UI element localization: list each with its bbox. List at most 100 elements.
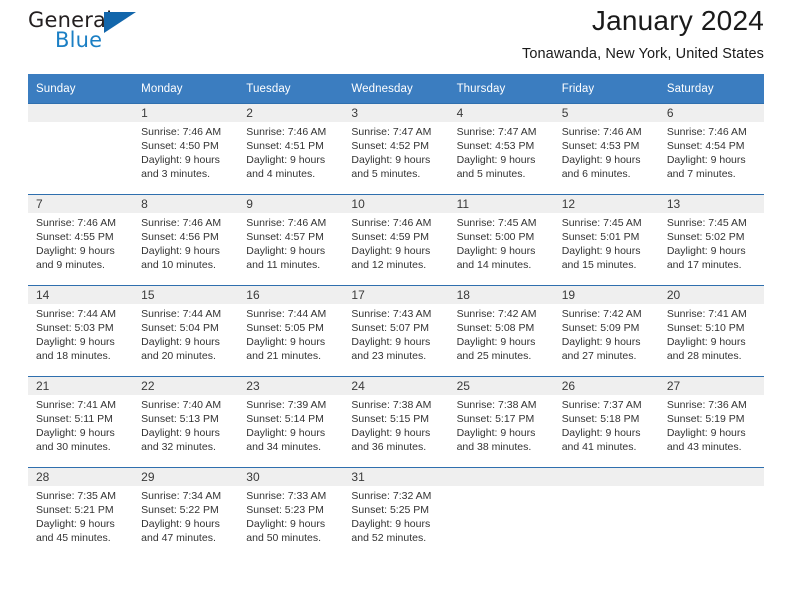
- calendar-cell: 7 Sunrise: 7:46 AM Sunset: 4:55 PM Daylight…: [28, 194, 134, 286]
- sunrise-time: Sunrise: 7:47 AM: [456, 126, 537, 138]
- weekday-header-saturday: Saturday: [658, 74, 764, 104]
- calendar-day-cell[interactable]: 20 Sunrise: 7:41 AM Sunset: 5:10 PM Dayligh…: [658, 286, 764, 376]
- calendar-day-cell-empty: [553, 468, 659, 558]
- calendar-cell: 9 Sunrise: 7:46 AM Sunset: 4:57 PM Daylight…: [238, 194, 344, 286]
- day-number: 24: [343, 377, 449, 395]
- calendar-day-cell[interactable]: 7 Sunrise: 7:46 AM Sunset: 4:55 PM Daylight…: [28, 195, 134, 285]
- calendar-day-cell[interactable]: 22 Sunrise: 7:40 AM Sunset: 5:13 PM Dayligh…: [133, 377, 239, 467]
- calendar-day-cell[interactable]: 2 Sunrise: 7:46 AM Sunset: 4:51 PM Daylight…: [238, 104, 344, 194]
- calendar-day-cell[interactable]: 19 Sunrise: 7:42 AM Sunset: 5:09 PM Dayligh…: [553, 286, 659, 376]
- calendar-day-cell[interactable]: 17 Sunrise: 7:43 AM Sunset: 5:07 PM Dayligh…: [343, 286, 449, 376]
- calendar-cell: [448, 467, 554, 558]
- weekday-header-tuesday: Tuesday: [238, 74, 344, 104]
- daylight-duration-line2: and 17 minutes.: [666, 259, 742, 271]
- day-details: Sunrise: 7:34 AM Sunset: 5:22 PM Daylight:…: [133, 486, 238, 545]
- daylight-duration-line2: and 14 minutes.: [456, 259, 532, 271]
- daylight-duration-line2: and 18 minutes.: [36, 350, 111, 362]
- sunrise-time: Sunrise: 7:44 AM: [141, 308, 222, 320]
- day-number: 31: [343, 468, 449, 486]
- sunset-time: Sunset: 5:21 PM: [36, 504, 114, 516]
- daylight-duration-line1: Daylight: 9 hours: [351, 427, 431, 439]
- day-number: 30: [238, 468, 344, 486]
- day-details: Sunrise: 7:32 AM Sunset: 5:25 PM Daylight:…: [343, 486, 448, 545]
- calendar-day-cell[interactable]: 29 Sunrise: 7:34 AM Sunset: 5:22 PM Dayligh…: [133, 468, 239, 558]
- day-details: Sunrise: 7:39 AM Sunset: 5:14 PM Daylight:…: [238, 395, 343, 454]
- sunrise-time: Sunrise: 7:46 AM: [666, 126, 747, 138]
- calendar-cell: 15 Sunrise: 7:44 AM Sunset: 5:04 PM Dayligh…: [133, 285, 239, 377]
- daylight-duration-line2: and 34 minutes.: [246, 441, 321, 453]
- daylight-duration-line2: and 3 minutes.: [141, 168, 211, 180]
- calendar-day-cell[interactable]: 8 Sunrise: 7:46 AM Sunset: 4:56 PM Daylight…: [133, 195, 239, 285]
- weekday-header-wednesday: Wednesday: [343, 74, 449, 104]
- calendar-cell: 20 Sunrise: 7:41 AM Sunset: 5:10 PM Dayligh…: [658, 285, 764, 377]
- calendar-day-cell[interactable]: 6 Sunrise: 7:46 AM Sunset: 4:54 PM Daylight…: [658, 104, 764, 194]
- general-blue-logo[interactable]: General Blue: [28, 8, 148, 64]
- calendar-day-cell[interactable]: 27 Sunrise: 7:36 AM Sunset: 5:19 PM Dayligh…: [658, 377, 764, 467]
- calendar-day-cell[interactable]: 3 Sunrise: 7:47 AM Sunset: 4:52 PM Daylight…: [343, 104, 449, 194]
- calendar-cell: 21 Sunrise: 7:41 AM Sunset: 5:11 PM Dayligh…: [28, 376, 134, 468]
- daylight-duration-line1: Daylight: 9 hours: [351, 154, 431, 166]
- day-details: Sunrise: 7:42 AM Sunset: 5:08 PM Daylight:…: [449, 304, 554, 363]
- calendar-day-cell[interactable]: 4 Sunrise: 7:47 AM Sunset: 4:53 PM Daylight…: [448, 104, 554, 194]
- day-number: 17: [343, 286, 449, 304]
- day-number: 29: [133, 468, 239, 486]
- calendar-cell: 2 Sunrise: 7:46 AM Sunset: 4:51 PM Daylight…: [238, 103, 344, 195]
- calendar-day-cell[interactable]: 21 Sunrise: 7:41 AM Sunset: 5:11 PM Dayligh…: [28, 377, 134, 467]
- calendar-day-cell[interactable]: 14 Sunrise: 7:44 AM Sunset: 5:03 PM Dayligh…: [28, 286, 134, 376]
- weekday-header-monday: Monday: [133, 74, 239, 104]
- calendar-day-cell[interactable]: 26 Sunrise: 7:37 AM Sunset: 5:18 PM Dayligh…: [553, 377, 659, 467]
- daylight-duration-line1: Daylight: 9 hours: [36, 336, 115, 348]
- sunrise-time: Sunrise: 7:35 AM: [36, 490, 116, 502]
- sunset-time: Sunset: 5:18 PM: [561, 413, 640, 425]
- calendar-day-cell[interactable]: 16 Sunrise: 7:44 AM Sunset: 5:05 PM Dayligh…: [238, 286, 344, 376]
- sunset-time: Sunset: 5:07 PM: [351, 322, 430, 334]
- day-details: Sunrise: 7:43 AM Sunset: 5:07 PM Daylight:…: [343, 304, 448, 363]
- calendar-day-cell[interactable]: 31 Sunrise: 7:32 AM Sunset: 5:25 PM Dayligh…: [343, 468, 449, 558]
- day-number: 6: [658, 104, 764, 122]
- calendar-day-cell[interactable]: 1 Sunrise: 7:46 AM Sunset: 4:50 PM Daylight…: [133, 104, 239, 194]
- calendar-day-cell[interactable]: 13 Sunrise: 7:45 AM Sunset: 5:02 PM Dayligh…: [658, 195, 764, 285]
- calendar-day-cell[interactable]: 25 Sunrise: 7:38 AM Sunset: 5:17 PM Dayligh…: [448, 377, 554, 467]
- calendar-cell: 16 Sunrise: 7:44 AM Sunset: 5:05 PM Dayligh…: [238, 285, 344, 377]
- calendar-day-cell[interactable]: 24 Sunrise: 7:38 AM Sunset: 5:15 PM Dayligh…: [343, 377, 449, 467]
- day-number: [658, 468, 764, 486]
- sunset-time: Sunset: 4:57 PM: [246, 231, 324, 243]
- sunset-time: Sunset: 4:53 PM: [561, 140, 640, 152]
- calendar-cell: 31 Sunrise: 7:32 AM Sunset: 5:25 PM Dayligh…: [343, 467, 449, 558]
- sunrise-time: Sunrise: 7:38 AM: [351, 399, 432, 411]
- calendar-day-cell[interactable]: 30 Sunrise: 7:33 AM Sunset: 5:23 PM Dayligh…: [238, 468, 344, 558]
- day-number: 27: [658, 377, 764, 395]
- logo-text-blue: Blue: [55, 28, 103, 52]
- daylight-duration-line1: Daylight: 9 hours: [141, 427, 220, 439]
- calendar-day-cell[interactable]: 15 Sunrise: 7:44 AM Sunset: 5:04 PM Dayligh…: [133, 286, 239, 376]
- calendar-day-cell[interactable]: 10 Sunrise: 7:46 AM Sunset: 4:59 PM Dayligh…: [343, 195, 449, 285]
- calendar-day-cell[interactable]: 28 Sunrise: 7:35 AM Sunset: 5:21 PM Dayligh…: [28, 468, 134, 558]
- page-title: January 2024: [591, 5, 764, 36]
- calendar-cell: 26 Sunrise: 7:37 AM Sunset: 5:18 PM Dayligh…: [553, 376, 659, 468]
- daylight-duration-line2: and 30 minutes.: [36, 441, 111, 453]
- day-details: Sunrise: 7:44 AM Sunset: 5:03 PM Daylight:…: [28, 304, 133, 363]
- sunset-time: Sunset: 4:53 PM: [456, 140, 535, 152]
- daylight-duration-line1: Daylight: 9 hours: [561, 336, 641, 348]
- daylight-duration-line2: and 41 minutes.: [561, 441, 637, 453]
- daylight-duration-line2: and 7 minutes.: [666, 168, 736, 180]
- calendar-day-cell[interactable]: 18 Sunrise: 7:42 AM Sunset: 5:08 PM Dayligh…: [448, 286, 554, 376]
- sunset-time: Sunset: 4:55 PM: [36, 231, 114, 243]
- calendar-day-cell[interactable]: 12 Sunrise: 7:45 AM Sunset: 5:01 PM Dayligh…: [553, 195, 659, 285]
- day-details: Sunrise: 7:46 AM Sunset: 4:51 PM Daylight:…: [238, 122, 343, 181]
- calendar-day-cell[interactable]: 11 Sunrise: 7:45 AM Sunset: 5:00 PM Dayligh…: [448, 195, 554, 285]
- day-details: Sunrise: 7:38 AM Sunset: 5:17 PM Daylight:…: [449, 395, 554, 454]
- day-number: 20: [658, 286, 764, 304]
- calendar-cell: [658, 467, 764, 558]
- day-number: 22: [133, 377, 239, 395]
- sunrise-time: Sunrise: 7:46 AM: [246, 217, 327, 229]
- calendar-day-cell[interactable]: 23 Sunrise: 7:39 AM Sunset: 5:14 PM Dayligh…: [238, 377, 344, 467]
- daylight-duration-line2: and 47 minutes.: [141, 532, 216, 544]
- day-details: Sunrise: 7:46 AM Sunset: 4:54 PM Daylight:…: [659, 122, 764, 181]
- calendar-cell: [28, 103, 134, 195]
- calendar-day-cell[interactable]: 9 Sunrise: 7:46 AM Sunset: 4:57 PM Daylight…: [238, 195, 344, 285]
- title-block: January 2024 Tonawanda, New York, United…: [522, 0, 764, 64]
- sunset-time: Sunset: 5:01 PM: [561, 231, 640, 243]
- calendar-day-cell[interactable]: 5 Sunrise: 7:46 AM Sunset: 4:53 PM Daylight…: [553, 104, 659, 194]
- day-number: [28, 104, 134, 122]
